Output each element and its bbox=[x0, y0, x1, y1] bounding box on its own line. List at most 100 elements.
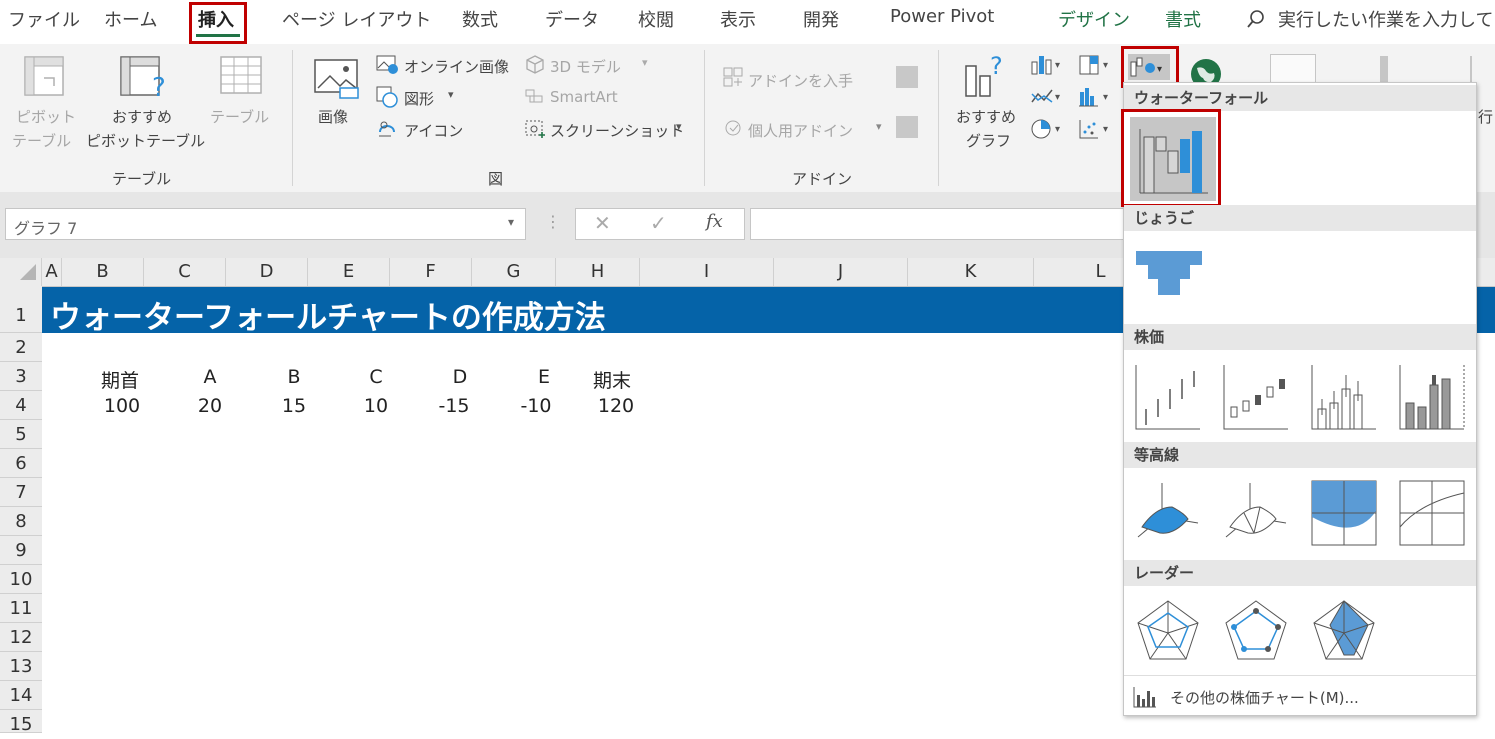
row-header[interactable]: 4 bbox=[0, 391, 42, 420]
bing-icon[interactable] bbox=[896, 66, 918, 88]
line-chart-icon[interactable]: ▾ bbox=[1030, 86, 1064, 112]
column-header[interactable]: I bbox=[640, 258, 774, 286]
online-picture-label[interactable]: オンライン画像 bbox=[404, 56, 509, 77]
funnel-chart-option[interactable] bbox=[1134, 241, 1206, 317]
recommended-pivot-label1[interactable]: おすすめ bbox=[112, 106, 172, 127]
tell-me-box[interactable]: 実行したい作業を入力して bbox=[1278, 6, 1493, 32]
tab-formulas[interactable]: 数式 bbox=[462, 6, 498, 32]
recommended-charts-label2[interactable]: グラフ bbox=[966, 130, 1011, 151]
header-cell[interactable]: B bbox=[256, 366, 332, 388]
header-cell[interactable]: 期末 bbox=[574, 366, 650, 393]
radar-option[interactable] bbox=[1132, 595, 1204, 671]
filled-radar-option[interactable] bbox=[1308, 595, 1380, 671]
value-cell[interactable]: 15 bbox=[256, 395, 332, 417]
value-cell[interactable]: -10 bbox=[498, 395, 574, 417]
value-cell[interactable]: 20 bbox=[172, 395, 248, 417]
value-cell[interactable]: 100 bbox=[84, 395, 160, 417]
select-all-corner[interactable] bbox=[0, 258, 42, 286]
header-cell[interactable]: 期首 bbox=[82, 366, 158, 393]
enter-icon[interactable]: ✓ bbox=[650, 211, 667, 235]
people-graph-icon[interactable] bbox=[896, 116, 918, 138]
tab-view[interactable]: 表示 bbox=[720, 6, 756, 32]
value-cell[interactable]: -15 bbox=[416, 395, 492, 417]
chevron-down-icon: ▾ bbox=[642, 56, 648, 69]
header-cell[interactable]: D bbox=[422, 366, 498, 388]
wireframe-contour-option[interactable] bbox=[1396, 477, 1468, 553]
column-header[interactable]: A bbox=[42, 258, 62, 286]
stock-chart-hlc-option[interactable] bbox=[1132, 359, 1204, 435]
my-addins-label[interactable]: 個人用アドイン bbox=[748, 120, 853, 141]
tab-power-pivot[interactable]: Power Pivot bbox=[890, 6, 994, 27]
row-header[interactable]: 9 bbox=[0, 536, 42, 565]
online-picture-icon bbox=[376, 54, 400, 80]
tab-file[interactable]: ファイル bbox=[8, 6, 80, 32]
hierarchy-chart-icon[interactable]: ▾ bbox=[1078, 54, 1112, 80]
pivot-table-label2[interactable]: テーブル bbox=[12, 130, 71, 151]
chevron-down-icon[interactable]: ▾ bbox=[508, 215, 514, 229]
icons-label[interactable]: アイコン bbox=[404, 120, 463, 141]
column-chart-icon[interactable]: ▾ bbox=[1030, 54, 1064, 80]
stock-chart-vohlc-option[interactable] bbox=[1396, 359, 1468, 435]
recommended-charts-label1[interactable]: おすすめ bbox=[956, 106, 1016, 127]
shapes-label[interactable]: 図形 bbox=[404, 88, 434, 109]
surface-3d-option[interactable] bbox=[1132, 477, 1204, 553]
formula-input[interactable] bbox=[750, 208, 1150, 240]
column-header[interactable]: H bbox=[556, 258, 640, 286]
sparkline-partial-label[interactable]: 行 bbox=[1478, 106, 1493, 127]
row-header[interactable]: 10 bbox=[0, 565, 42, 594]
value-cell[interactable]: 10 bbox=[338, 395, 414, 417]
row-header[interactable]: 11 bbox=[0, 594, 42, 623]
stock-chart-vhlc-option[interactable] bbox=[1308, 359, 1380, 435]
tab-developer[interactable]: 開発 bbox=[803, 6, 839, 32]
header-cell[interactable]: E bbox=[506, 366, 582, 388]
column-header[interactable]: C bbox=[144, 258, 226, 286]
column-header[interactable]: E bbox=[308, 258, 390, 286]
scatter-chart-icon[interactable]: ▾ bbox=[1078, 118, 1112, 144]
recommended-pivot-label2[interactable]: ピボットテーブル bbox=[86, 130, 205, 151]
tab-review[interactable]: 校閲 bbox=[638, 6, 674, 32]
row-header[interactable]: 12 bbox=[0, 623, 42, 652]
row-header[interactable]: 5 bbox=[0, 420, 42, 449]
column-header[interactable]: J bbox=[774, 258, 908, 286]
value-cell[interactable]: 120 bbox=[578, 395, 654, 417]
pie-chart-icon[interactable]: ▾ bbox=[1030, 118, 1064, 144]
cancel-icon[interactable]: ✕ bbox=[594, 211, 611, 235]
picture-label[interactable]: 画像 bbox=[318, 106, 348, 127]
row-header[interactable]: 1 bbox=[0, 286, 42, 333]
screenshot-label[interactable]: スクリーンショット bbox=[550, 120, 684, 141]
column-header[interactable]: B bbox=[62, 258, 144, 286]
row-header[interactable]: 2 bbox=[0, 333, 42, 362]
column-header[interactable]: G bbox=[472, 258, 556, 286]
radar-markers-option[interactable] bbox=[1220, 595, 1292, 671]
smartart-label[interactable]: SmartArt bbox=[550, 88, 618, 106]
tab-format[interactable]: 書式 bbox=[1165, 6, 1201, 32]
statistic-chart-icon[interactable]: ▾ bbox=[1078, 86, 1112, 112]
insert-function-icon[interactable]: fx bbox=[706, 211, 723, 232]
row-header[interactable]: 8 bbox=[0, 507, 42, 536]
row-header[interactable]: 6 bbox=[0, 449, 42, 478]
stock-chart-ohlc-option[interactable] bbox=[1220, 359, 1292, 435]
column-header[interactable]: K bbox=[908, 258, 1034, 286]
table-label[interactable]: テーブル bbox=[210, 106, 269, 127]
contour-option[interactable] bbox=[1308, 477, 1380, 553]
3d-model-label[interactable]: 3D モデル bbox=[550, 56, 621, 77]
pivot-table-label1[interactable]: ピボット bbox=[16, 106, 76, 127]
column-header[interactable]: D bbox=[226, 258, 308, 286]
wireframe-surface-3d-option[interactable] bbox=[1220, 477, 1292, 553]
row-header[interactable]: 14 bbox=[0, 681, 42, 710]
row-header[interactable]: 13 bbox=[0, 652, 42, 681]
tab-data[interactable]: データ bbox=[545, 6, 599, 32]
header-cell[interactable]: C bbox=[338, 366, 414, 388]
tab-page-layout[interactable]: ページ レイアウト bbox=[282, 6, 431, 32]
tab-home[interactable]: ホーム bbox=[104, 6, 157, 32]
group-label-table: テーブル bbox=[112, 170, 172, 188]
header-cell[interactable]: A bbox=[172, 366, 248, 388]
tab-design[interactable]: デザイン bbox=[1058, 6, 1130, 32]
name-box[interactable]: グラフ 7 ▾ bbox=[5, 208, 526, 240]
row-header[interactable]: 7 bbox=[0, 478, 42, 507]
row-header[interactable]: 3 bbox=[0, 362, 42, 391]
get-addins-label[interactable]: アドインを入手 bbox=[748, 70, 853, 91]
column-header[interactable]: F bbox=[390, 258, 472, 286]
row-header[interactable]: 15 bbox=[0, 710, 42, 735]
more-stock-charts-item[interactable]: その他の株価チャート(M)... bbox=[1130, 683, 1470, 711]
